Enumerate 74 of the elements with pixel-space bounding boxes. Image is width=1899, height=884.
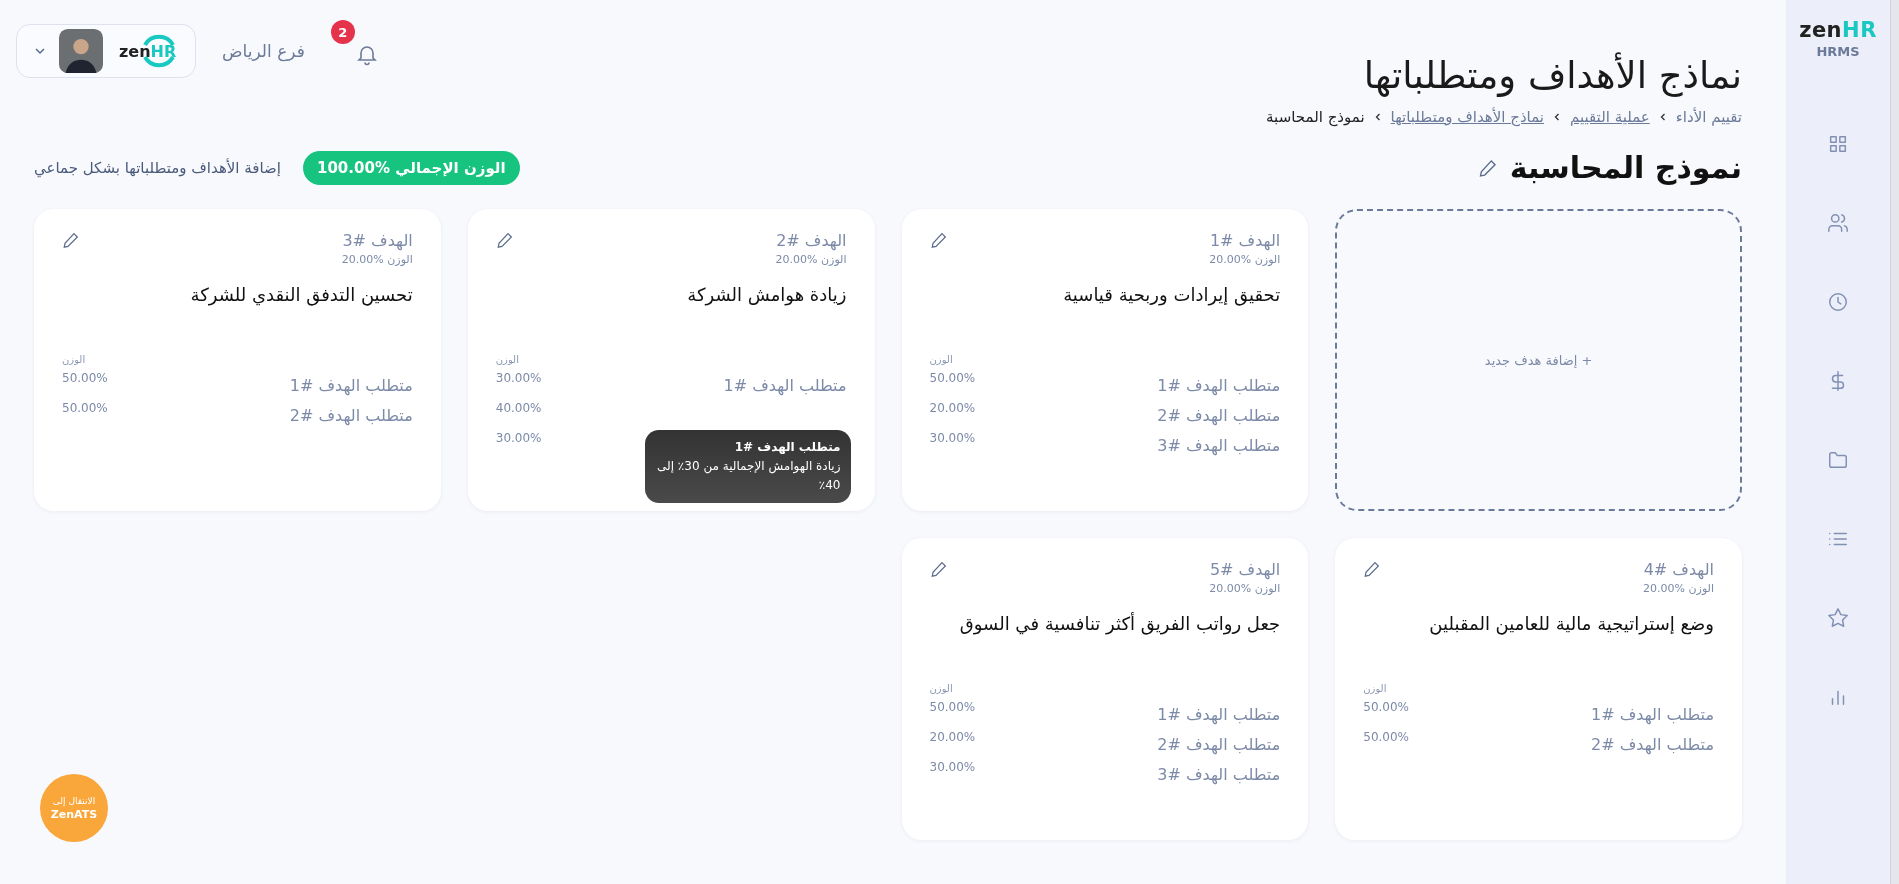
edit-icon[interactable] bbox=[929, 560, 948, 578]
requirement-label: متطلب الهدف #3 bbox=[1157, 765, 1281, 784]
notification-count: 2 bbox=[330, 20, 355, 44]
edit-icon[interactable] bbox=[62, 231, 80, 249]
star-icon[interactable] bbox=[1827, 607, 1849, 629]
goal-weight: الوزن %20.00 bbox=[341, 253, 413, 266]
goal-weight: الوزن %20.00 bbox=[1209, 253, 1281, 266]
grid-icon[interactable] bbox=[1827, 133, 1849, 155]
requirement-weight: 20.00% bbox=[929, 401, 976, 415]
requirement-weight: 20.00% bbox=[929, 730, 976, 744]
requirement-label: متطلب الهدف #2 bbox=[1157, 735, 1281, 754]
breadcrumb-link[interactable]: عملية التقييم bbox=[1570, 108, 1650, 126]
requirement-weight: 30.00% bbox=[929, 760, 976, 774]
requirement-weight: 50.00% bbox=[929, 371, 976, 385]
goal-title: زيادة هوامش الشركة bbox=[686, 284, 847, 308]
goal-number: الهدف #1 bbox=[1209, 231, 1281, 250]
goal-number: الهدف #5 bbox=[1209, 560, 1281, 579]
edit-icon[interactable] bbox=[495, 231, 514, 249]
edit-icon[interactable] bbox=[1477, 157, 1498, 178]
requirement-weight: 50.00% bbox=[929, 700, 976, 714]
breadcrumb-link[interactable]: تقييم الأداء bbox=[1675, 108, 1742, 126]
weight-heading: الوزن bbox=[929, 683, 953, 694]
requirement-label: متطلب الهدف #1 bbox=[289, 376, 413, 395]
requirement-weight: 50.00% bbox=[62, 371, 108, 385]
page-title: نماذج الأهداف ومتطلباتها bbox=[1362, 54, 1742, 98]
account-switcher[interactable]: zenHR bbox=[16, 24, 196, 78]
requirement-weight: 50.00% bbox=[1363, 730, 1409, 744]
avatar bbox=[59, 29, 103, 73]
goal-title: تحقيق إيرادات وربحية قياسية bbox=[1062, 284, 1281, 308]
clock-icon[interactable] bbox=[1827, 291, 1849, 313]
total-weight-badge: الوزن الإجمالي %100.00 bbox=[303, 150, 520, 185]
requirement-weight: 40.00% bbox=[495, 401, 542, 415]
goal-number: الهدف #4 bbox=[1643, 560, 1714, 579]
requirement-label: متطلب الهدف #2 bbox=[1157, 406, 1281, 425]
bulk-add-link[interactable]: إضافة الأهداف ومتطلباتها بشكل جماعي bbox=[34, 158, 281, 177]
goal-weight: الوزن %20.00 bbox=[1209, 582, 1281, 595]
model-name: نموذج المحاسبة bbox=[1509, 150, 1742, 185]
weight-heading: الوزن bbox=[929, 354, 953, 365]
edit-icon[interactable] bbox=[1363, 560, 1382, 578]
requirement-label: متطلب الهدف #2 bbox=[1591, 735, 1714, 754]
product-name: HRMS bbox=[1816, 44, 1860, 59]
company-logo: zenHR bbox=[115, 31, 179, 71]
requirement-weight: 50.00% bbox=[62, 401, 108, 415]
requirement-label: متطلب الهدف #1 bbox=[1157, 376, 1281, 395]
breadcrumb-link[interactable]: نماذج الأهداف ومتطلباتها bbox=[1390, 108, 1544, 126]
goal-number: الهدف #3 bbox=[341, 231, 413, 250]
users-icon[interactable] bbox=[1827, 212, 1849, 234]
goal-weight: الوزن %20.00 bbox=[775, 253, 847, 266]
requirement-label: متطلب الهدف #1 bbox=[1591, 705, 1714, 724]
chevron-icon bbox=[1552, 112, 1562, 122]
goal-title: وضع إستراتيجية مالية للعامين المقبلين bbox=[1428, 613, 1714, 637]
requirement-label: متطلب الهدف #2 bbox=[289, 406, 413, 425]
requirement-weight: 30.00% bbox=[495, 371, 542, 385]
requirement-weight: 30.00% bbox=[495, 431, 542, 445]
branch-name: فرع الرياض bbox=[222, 41, 305, 61]
requirement-label: متطلب الهدف #1 bbox=[1157, 705, 1281, 724]
requirement-weight: 50.00% bbox=[1363, 700, 1409, 714]
weight-heading: الوزن bbox=[62, 354, 86, 365]
requirement-weight: 30.00% bbox=[929, 431, 976, 445]
goal-title: تحسين التدفق النقدي للشركة bbox=[189, 284, 413, 308]
goal-number: الهدف #2 bbox=[775, 231, 847, 250]
requirement-label: متطلب الهدف #3 bbox=[1157, 436, 1281, 455]
add-goal-button[interactable]: + إضافة هدف جديد bbox=[1335, 209, 1742, 511]
goal-title: جعل رواتب الفريق أكثر تنافسية في السوق bbox=[958, 613, 1281, 637]
requirement-label: متطلب الهدف #1 bbox=[723, 376, 847, 395]
weight-heading: الوزن bbox=[1363, 683, 1387, 694]
zenhr-logo[interactable]: zenHR bbox=[1799, 18, 1877, 42]
weight-heading: الوزن bbox=[495, 354, 519, 365]
tooltip-title: متطلب الهدف #1 bbox=[733, 439, 841, 456]
current-page-label: نموذج المحاسبة bbox=[1266, 108, 1365, 126]
tooltip-text: زيادة الهوامش الإجمالية من 30٪ إلى 40٪ bbox=[656, 458, 841, 494]
goal-weight: الوزن %20.00 bbox=[1643, 582, 1714, 595]
edit-icon[interactable] bbox=[929, 231, 948, 249]
folder-icon[interactable] bbox=[1827, 449, 1849, 471]
